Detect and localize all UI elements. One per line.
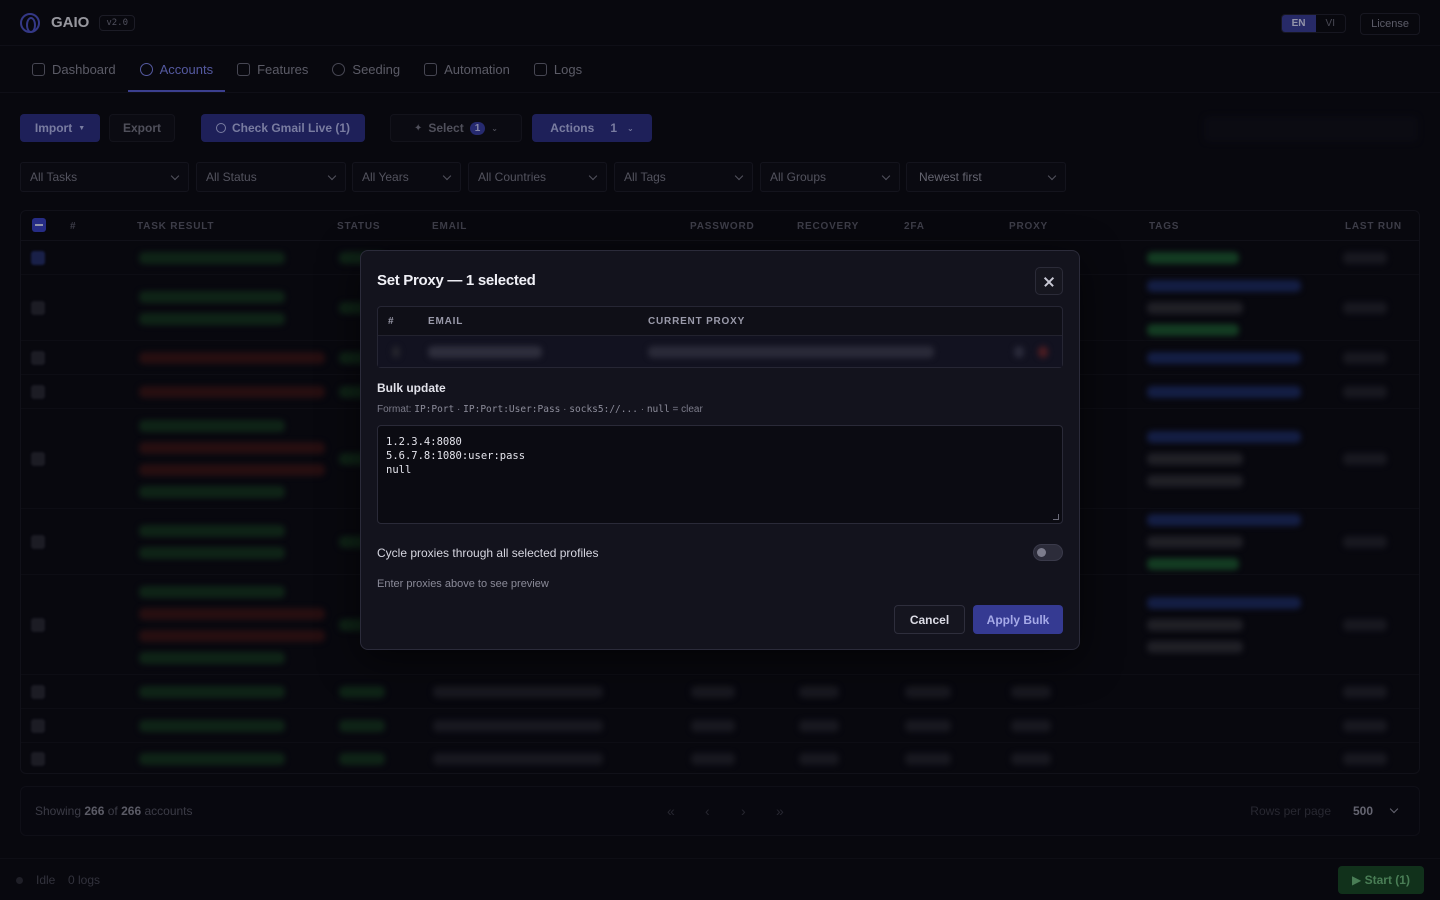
- col-num: #: [388, 316, 395, 327]
- format-hint: Format: IP:Port · IP:Port:User:Pass · so…: [377, 404, 703, 415]
- edit-icon[interactable]: [1014, 346, 1024, 358]
- bulk-update-label: Bulk update: [377, 381, 446, 395]
- preview-note: Enter proxies above to see preview: [377, 578, 549, 590]
- resize-handle[interactable]: [1053, 514, 1059, 520]
- email-blurred: [428, 346, 542, 358]
- cycle-proxies-label: Cycle proxies through all selected profi…: [377, 546, 599, 560]
- set-proxy-dialog: Set Proxy — 1 selected # EMAIL CURRENT P…: [360, 250, 1080, 650]
- table-row: [378, 335, 1062, 367]
- dialog-title: Set Proxy — 1 selected: [377, 272, 536, 289]
- apply-bulk-button[interactable]: Apply Bulk: [973, 605, 1063, 634]
- selected-profiles-table: # EMAIL CURRENT PROXY: [377, 306, 1063, 368]
- col-current-proxy: CURRENT PROXY: [648, 316, 746, 327]
- cycle-proxies-toggle[interactable]: [1033, 544, 1063, 561]
- col-email: EMAIL: [428, 316, 464, 327]
- delete-icon[interactable]: [1038, 346, 1048, 358]
- proxy-textarea[interactable]: 1.2.3.4:8080 5.6.7.8:1080:user:pass null: [377, 425, 1063, 524]
- row-number-blurred: [392, 346, 400, 358]
- close-icon[interactable]: [1035, 267, 1063, 295]
- cancel-button[interactable]: Cancel: [894, 605, 965, 634]
- proxy-blurred: [648, 346, 934, 358]
